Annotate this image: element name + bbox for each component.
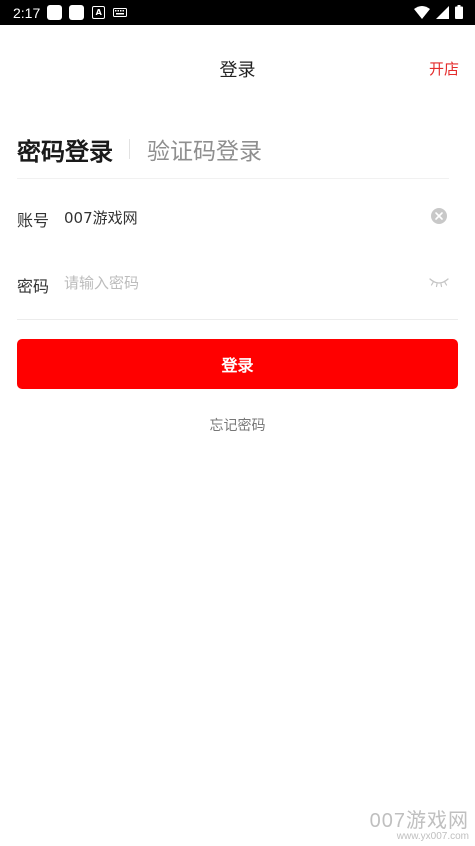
account-field[interactable]: 007游戏网: [64, 207, 138, 228]
clear-icon[interactable]: [431, 208, 447, 224]
status-bar: 2:17 A: [0, 0, 475, 25]
watermark: 007游戏网 www.yx007.com: [370, 804, 469, 842]
notification-square-icon: [47, 5, 63, 20]
tab-password-login[interactable]: 密码登录: [17, 132, 113, 167]
login-button[interactable]: 登录: [17, 339, 458, 389]
divider: [17, 178, 449, 179]
password-label: 密码: [17, 277, 50, 296]
status-time: 2:17: [13, 4, 41, 21]
app-header: 登录 开店: [0, 25, 475, 111]
watermark-brand: 007游戏网: [369, 810, 469, 832]
keyboard-icon: [113, 8, 128, 17]
a-box-icon: A: [92, 6, 106, 19]
wifi-icon: [414, 5, 430, 19]
login-mode-tabs: 密码登录 验证码登录: [17, 131, 262, 167]
account-label: 账号: [17, 211, 50, 230]
divider: [17, 319, 458, 320]
open-store-link[interactable]: 开店: [429, 58, 459, 79]
forgot-password-label[interactable]: 忘记密码: [210, 418, 266, 434]
page-title: 登录: [219, 60, 256, 81]
signal-icon: [436, 5, 449, 19]
password-input[interactable]: [60, 270, 408, 296]
eye-closed-icon[interactable]: [428, 274, 450, 288]
battery-icon: [455, 5, 463, 19]
tab-divider: [129, 139, 130, 159]
notification-square-icon: [69, 5, 85, 20]
forgot-password-link: 忘记密码: [0, 415, 475, 435]
tab-code-login[interactable]: 验证码登录: [147, 132, 262, 166]
